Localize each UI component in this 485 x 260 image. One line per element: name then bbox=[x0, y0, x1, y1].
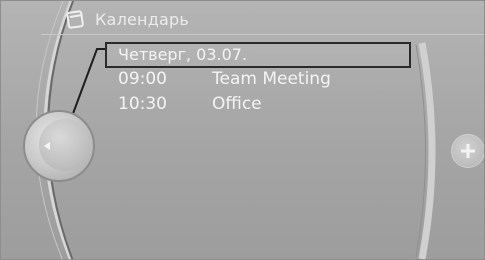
title-divider bbox=[41, 34, 484, 35]
back-arrow-icon[interactable] bbox=[41, 140, 53, 152]
event-row[interactable]: 09:00 Team Meeting bbox=[105, 69, 411, 94]
plus-icon[interactable] bbox=[458, 141, 478, 161]
event-title: Office bbox=[212, 94, 262, 114]
event-time: 09:00 bbox=[118, 69, 167, 89]
event-row[interactable]: 10:30 Office bbox=[105, 94, 411, 119]
idrive-screen: Календарь Четверг, 03.07. 09:00 Team Mee… bbox=[0, 0, 485, 260]
calendar-icon bbox=[66, 10, 84, 29]
page-title: Календарь bbox=[95, 9, 189, 29]
event-title: Team Meeting bbox=[212, 69, 331, 89]
event-time: 10:30 bbox=[118, 94, 167, 114]
selected-date-row[interactable]: Четверг, 03.07. bbox=[105, 42, 411, 68]
title-bar: Календарь bbox=[65, 7, 189, 31]
calendar-entries: Четверг, 03.07. 09:00 Team Meeting 10:30… bbox=[105, 42, 411, 119]
